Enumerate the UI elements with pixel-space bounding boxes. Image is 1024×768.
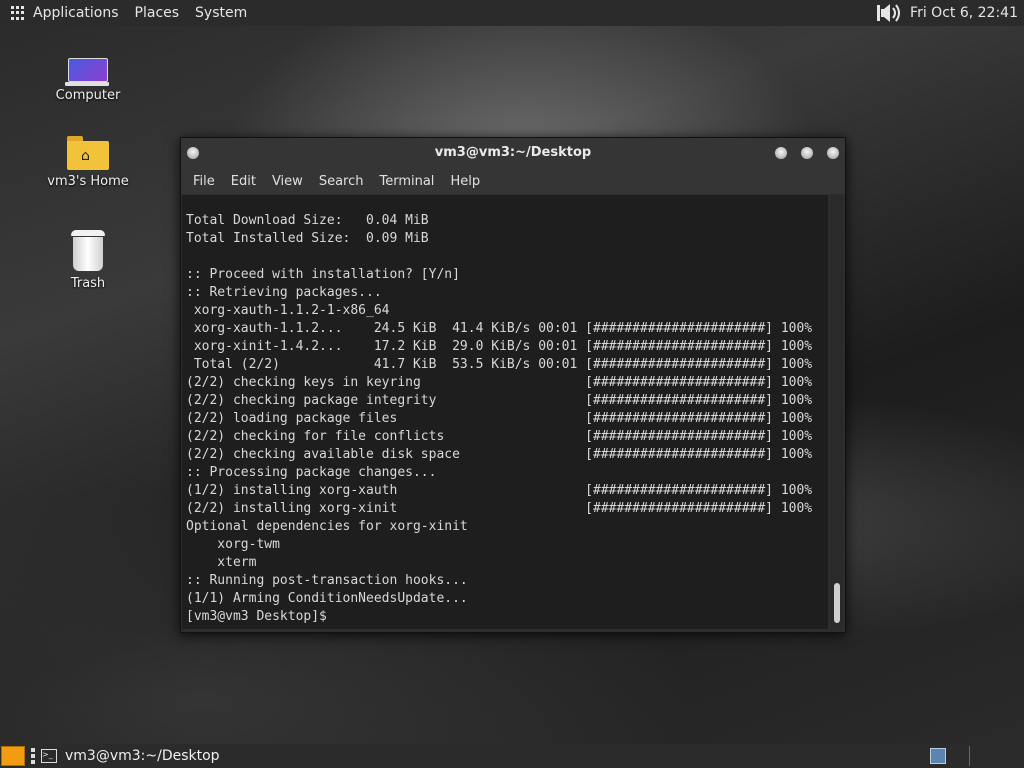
computer-icon xyxy=(65,58,109,86)
desktop-icon-trash[interactable]: Trash xyxy=(33,230,143,291)
menubar: File Edit View Search Terminal Help xyxy=(181,168,845,194)
terminal-text: Total Download Size: 0.04 MiB Total Inst… xyxy=(186,213,813,624)
desktop-icon-home[interactable]: ⌂ vm3's Home xyxy=(33,136,143,189)
menu-view[interactable]: View xyxy=(272,174,303,189)
terminal-output[interactable]: Total Download Size: 0.04 MiB Total Inst… xyxy=(182,195,828,629)
menu-applications[interactable]: Applications xyxy=(33,5,119,21)
scrollbar-thumb[interactable] xyxy=(834,583,840,623)
desktop-icon-label: Trash xyxy=(70,276,106,291)
volume-icon[interactable] xyxy=(876,2,902,24)
bottom-panel: >_ vm3@vm3:~/Desktop xyxy=(0,744,1024,768)
scrollbar[interactable] xyxy=(831,195,843,629)
workspace-switcher[interactable] xyxy=(930,748,946,764)
show-desktop-button[interactable] xyxy=(1,746,25,766)
apps-grid-icon[interactable] xyxy=(11,6,25,20)
menu-file[interactable]: File xyxy=(193,174,215,189)
terminal-window[interactable]: vm3@vm3:~/Desktop File Edit View Search … xyxy=(180,137,846,633)
close-button[interactable] xyxy=(827,147,839,159)
titlebar[interactable]: vm3@vm3:~/Desktop xyxy=(181,138,845,168)
taskbar-item-terminal[interactable]: >_ vm3@vm3:~/Desktop xyxy=(41,748,220,764)
minimize-button[interactable] xyxy=(775,147,787,159)
top-panel: Applications Places System Fri Oct 6, 22… xyxy=(0,0,1024,26)
terminal-icon: >_ xyxy=(41,749,57,763)
menu-terminal[interactable]: Terminal xyxy=(379,174,434,189)
maximize-button[interactable] xyxy=(801,147,813,159)
home-folder-icon: ⌂ xyxy=(67,136,109,170)
desktop-icon-label: Computer xyxy=(55,88,121,103)
menu-search[interactable]: Search xyxy=(319,174,364,189)
clock[interactable]: Fri Oct 6, 22:41 xyxy=(910,5,1018,21)
window-title: vm3@vm3:~/Desktop xyxy=(434,145,592,160)
taskbar-item-label: vm3@vm3:~/Desktop xyxy=(65,748,220,764)
panel-handle-icon[interactable] xyxy=(31,748,35,764)
menu-edit[interactable]: Edit xyxy=(231,174,256,189)
panel-divider xyxy=(969,746,970,766)
menu-places[interactable]: Places xyxy=(135,5,180,21)
desktop-icon-computer[interactable]: Computer xyxy=(33,58,143,103)
menu-help[interactable]: Help xyxy=(450,174,480,189)
menu-system[interactable]: System xyxy=(195,5,247,21)
trash-icon xyxy=(71,230,105,272)
desktop-icon-label: vm3's Home xyxy=(47,174,129,189)
